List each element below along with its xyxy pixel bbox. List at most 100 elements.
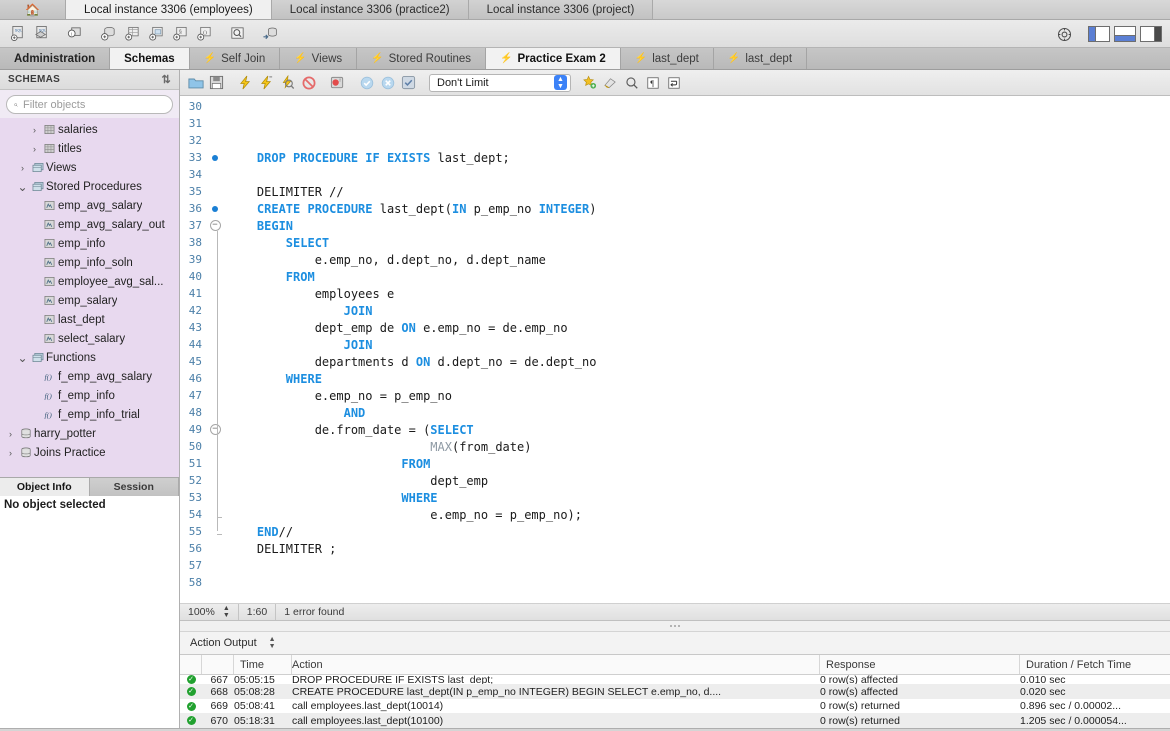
gutter-line[interactable]: 54 — [180, 506, 228, 523]
chevron-right-icon[interactable]: › — [28, 144, 41, 154]
tree-item-emp-avg-salary-out[interactable]: emp_avg_salary_out — [0, 215, 179, 234]
code-line[interactable] — [228, 132, 1170, 149]
gutter-line[interactable]: 43 — [180, 319, 228, 336]
chevron-down-icon[interactable]: ⌄ — [16, 355, 29, 361]
tab-views[interactable]: ⚡Views — [280, 48, 357, 69]
gutter-line[interactable]: 32 — [180, 132, 228, 149]
connection-tab-0[interactable]: Local instance 3306 (employees) — [66, 0, 272, 19]
limit-rows-select[interactable]: Don't Limit ▲▼ — [429, 74, 571, 92]
create-table-icon[interactable] — [120, 23, 144, 45]
tab-last-dept[interactable]: ⚡last_dept — [714, 48, 807, 69]
tree-item-views[interactable]: ›Views — [0, 158, 179, 177]
new-sql-tab-icon[interactable]: SQL — [6, 23, 30, 45]
gutter-line[interactable]: 42 — [180, 302, 228, 319]
editor-code-lines[interactable]: DROP PROCEDURE IF EXISTS last_dept; DELI… — [228, 96, 1170, 603]
tab-schemas[interactable]: Schemas — [110, 48, 190, 69]
tree-item-joins-practice[interactable]: ›Joins Practice — [0, 443, 179, 462]
code-line[interactable]: e.emp_no = p_emp_no — [228, 387, 1170, 404]
code-line[interactable] — [228, 115, 1170, 132]
tab-stored-routines[interactable]: ⚡Stored Routines — [357, 48, 486, 69]
gutter-line[interactable]: 51 — [180, 455, 228, 472]
chevron-right-icon[interactable]: › — [16, 163, 29, 173]
create-procedure-icon[interactable]: § — [168, 23, 192, 45]
gear-icon[interactable] — [1052, 23, 1076, 45]
create-view-icon[interactable] — [144, 23, 168, 45]
gutter-line[interactable]: 47 — [180, 387, 228, 404]
tree-item-f-emp-avg-salary[interactable]: f()f_emp_avg_salary — [0, 367, 179, 386]
code-line[interactable]: END// — [228, 523, 1170, 540]
output-pane-resize-handle[interactable] — [180, 621, 1170, 632]
toggle-auto-complete-icon[interactable] — [600, 72, 621, 93]
reconnect-server-icon[interactable] — [258, 23, 282, 45]
statement-marker-icon[interactable] — [204, 206, 226, 212]
code-line[interactable]: DROP PROCEDURE IF EXISTS last_dept; — [228, 149, 1170, 166]
gutter-line[interactable]: 53 — [180, 489, 228, 506]
filter-objects-box[interactable] — [6, 95, 173, 114]
gutter-line[interactable]: 44 — [180, 336, 228, 353]
create-schema-icon[interactable] — [96, 23, 120, 45]
tree-item-emp-info[interactable]: emp_info — [0, 234, 179, 253]
code-line[interactable]: DELIMITER // — [228, 183, 1170, 200]
action-output-row[interactable]: ✓67005:18:31call employees.last_dept(101… — [180, 713, 1170, 728]
code-line[interactable]: WHERE — [228, 489, 1170, 506]
chevron-updown-icon[interactable]: ▲▼ — [223, 605, 230, 619]
open-sql-script-icon[interactable]: SQL — [30, 23, 54, 45]
tab-last-dept[interactable]: ⚡last_dept — [621, 48, 714, 69]
action-output-row[interactable]: ✓66905:08:41call employees.last_dept(100… — [180, 699, 1170, 714]
gutter-line[interactable]: 31 — [180, 115, 228, 132]
beautify-sql-icon[interactable] — [579, 72, 600, 93]
connection-tab-1[interactable]: Local instance 3306 (practice2) — [272, 0, 469, 19]
tree-item-emp-avg-salary[interactable]: emp_avg_salary — [0, 196, 179, 215]
code-line[interactable]: de.from_date = (SELECT — [228, 421, 1170, 438]
gutter-line[interactable]: 49− — [180, 421, 228, 438]
toggle-wrapping-icon[interactable] — [663, 72, 684, 93]
tree-item-f-emp-info-trial[interactable]: f()f_emp_info_trial — [0, 405, 179, 424]
tree-item-employee-avg-sal-[interactable]: employee_avg_sal... — [0, 272, 179, 291]
gutter-line[interactable]: 58 — [180, 574, 228, 591]
code-line[interactable]: MAX(from_date) — [228, 438, 1170, 455]
execute-statement-icon[interactable] — [235, 72, 256, 93]
action-output-row[interactable]: ✓66805:08:28CREATE PROCEDURE last_dept(I… — [180, 684, 1170, 699]
editor-zoom-level[interactable]: 100% ▲▼ — [180, 604, 239, 620]
chevron-down-icon[interactable]: ⌄ — [16, 184, 29, 190]
gutter-line[interactable]: 48 — [180, 404, 228, 421]
gutter-line[interactable]: 52 — [180, 472, 228, 489]
tree-item-select-salary[interactable]: select_salary — [0, 329, 179, 348]
fold-toggle-icon[interactable]: − — [204, 220, 226, 231]
code-line[interactable] — [228, 557, 1170, 574]
search-data-icon[interactable] — [225, 23, 249, 45]
gutter-line[interactable]: 57 — [180, 557, 228, 574]
schema-tree[interactable]: ›salaries›titles›Views⌄Stored Procedures… — [0, 118, 179, 477]
gutter-line[interactable]: 55 — [180, 523, 228, 540]
tree-item-last-dept[interactable]: last_dept — [0, 310, 179, 329]
code-line[interactable]: departments d ON d.dept_no = de.dept_no — [228, 353, 1170, 370]
editor-gutter[interactable]: 3031323334353637−38394041424344454647484… — [180, 96, 228, 603]
create-function-icon[interactable]: () — [192, 23, 216, 45]
tree-item-emp-info-soln[interactable]: emp_info_soln — [0, 253, 179, 272]
tab-administration[interactable]: Administration — [0, 48, 110, 69]
code-line[interactable]: BEGIN — [228, 217, 1170, 234]
gutter-line[interactable]: 34 — [180, 166, 228, 183]
toggle-autocommit-icon[interactable] — [398, 72, 419, 93]
gutter-line[interactable]: 30 — [180, 98, 228, 115]
gutter-line[interactable]: 50 — [180, 438, 228, 455]
tab-self-join[interactable]: ⚡Self Join — [190, 48, 281, 69]
toggle-sidebar-button[interactable] — [1088, 26, 1110, 42]
code-line[interactable]: SELECT — [228, 234, 1170, 251]
save-script-icon[interactable] — [206, 72, 227, 93]
new-connection-icon[interactable]: i — [63, 23, 87, 45]
tree-item-emp-salary[interactable]: emp_salary — [0, 291, 179, 310]
code-line[interactable]: AND — [228, 404, 1170, 421]
toggle-invisible-chars-icon[interactable]: ¶ — [642, 72, 663, 93]
connection-tab-2[interactable]: Local instance 3306 (project) — [469, 0, 654, 19]
code-line[interactable]: CREATE PROCEDURE last_dept(IN p_emp_no I… — [228, 200, 1170, 217]
code-line[interactable] — [228, 574, 1170, 591]
home-tab-button[interactable]: 🏠 — [0, 0, 66, 19]
gutter-line[interactable]: 46 — [180, 370, 228, 387]
action-output-filter-dropdown[interactable]: ▲▼ — [269, 636, 276, 650]
code-line[interactable] — [228, 98, 1170, 115]
code-line[interactable]: WHERE — [228, 370, 1170, 387]
chevron-right-icon[interactable]: › — [4, 429, 17, 439]
tab-practice-exam-2[interactable]: ⚡Practice Exam 2 — [486, 48, 621, 69]
code-line[interactable]: employees e — [228, 285, 1170, 302]
